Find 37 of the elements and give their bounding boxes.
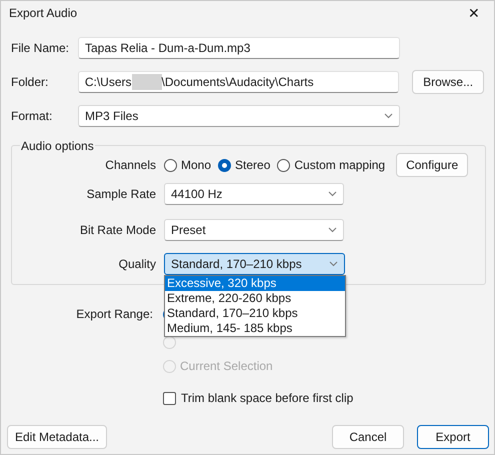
field-label: Export Range: xyxy=(75,306,154,323)
radio-button[interactable] xyxy=(218,158,232,172)
configure-button[interactable]: Configure xyxy=(396,153,468,177)
format-dropdown[interactable]: MP3 Files xyxy=(78,105,400,127)
window-title: Export Audio xyxy=(9,5,78,22)
chevron-down-icon xyxy=(328,227,337,233)
bit-rate-mode-dropdown[interactable]: Preset xyxy=(164,219,344,241)
sample-rate-dropdown[interactable]: 44100 Hz xyxy=(164,183,344,205)
field-label: File Name: xyxy=(11,40,70,57)
chevron-down-icon xyxy=(329,261,338,267)
folder-field[interactable]: C:\Users \Documents\Audacity\Charts xyxy=(78,71,400,93)
field-label: Sample Rate xyxy=(86,186,157,203)
dropdown-option[interactable]: Excessive, 320 kbps xyxy=(165,276,345,291)
dropdown-option[interactable]: Standard, 170–210 kbps xyxy=(165,306,345,321)
radio-button[interactable] xyxy=(164,158,177,172)
field-label: Bit Rate Mode xyxy=(78,222,157,239)
button[interactable]: Cancel xyxy=(332,425,404,449)
dropdown-option[interactable]: Medium, 145- 185 kbps xyxy=(165,321,345,336)
button[interactable]: Edit Metadata... xyxy=(7,425,107,449)
field-label: Folder: xyxy=(11,74,50,91)
chevron-down-icon xyxy=(384,113,393,119)
browse-button[interactable]: Browse... xyxy=(412,70,484,94)
radio-label[interactable]: Mono xyxy=(181,156,212,174)
button[interactable]: Export xyxy=(417,425,489,449)
chevron-down-icon xyxy=(328,191,337,197)
checkbox[interactable] xyxy=(163,392,176,404)
checkbox-label[interactable]: Trim blank space before first clip xyxy=(181,389,354,407)
field-label: Format: xyxy=(11,108,54,125)
file-name-field[interactable]: Tapas Relia - Dum-a-Dum.mp3 xyxy=(78,37,400,59)
radio-label[interactable]: Custom mapping xyxy=(294,156,386,174)
quality-dropdown[interactable]: Standard, 170–210 kbps xyxy=(164,253,345,275)
field-label: Channels xyxy=(104,157,157,174)
radio-button[interactable] xyxy=(277,158,290,172)
field-label: Quality xyxy=(118,256,157,273)
close-button[interactable]: ✕ xyxy=(468,6,480,20)
radio-label[interactable]: Stereo xyxy=(235,156,270,174)
dropdown-option[interactable]: Extreme, 220-260 kbps xyxy=(165,291,345,306)
